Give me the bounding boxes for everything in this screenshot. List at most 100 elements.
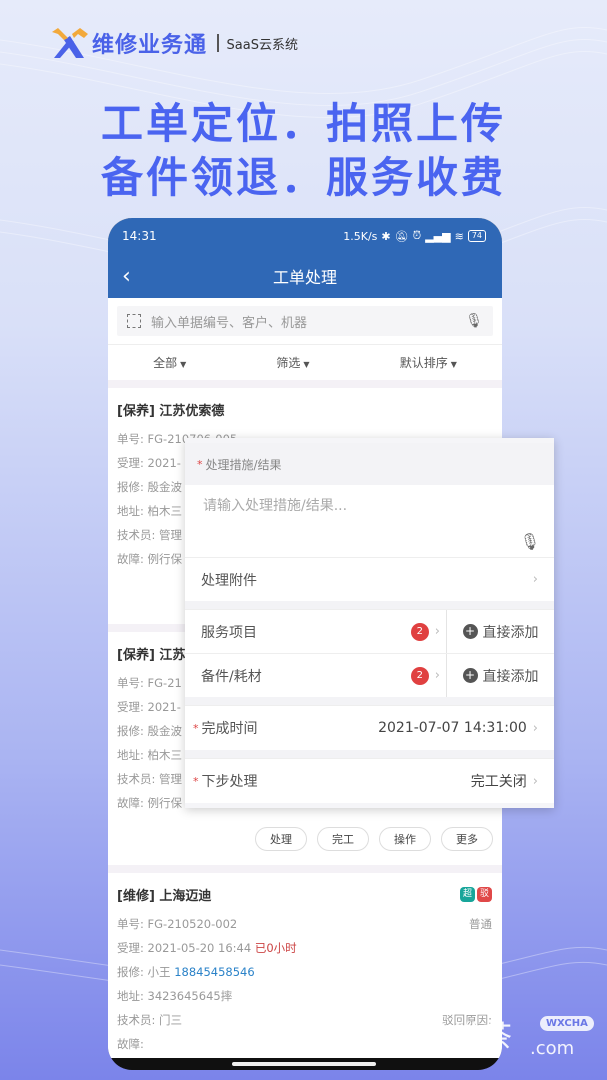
filter-screen[interactable]: 筛选 ▼ [276,354,309,371]
page-title: 工单处理 [272,268,337,287]
technician: 技术员: 门三 [117,1013,183,1027]
service-items-link[interactable]: 服务项目 2 › [185,610,447,653]
card-row: 报修: 小王 18845458546 [117,960,493,984]
card-row: 受理: 2021-05-20 16:44 已0小时 [117,936,493,960]
attachment-label: 处理附件 [201,572,257,589]
brand-name: 维修业务通 [92,33,208,58]
parts-add-button[interactable]: + 直接添加 [447,654,554,697]
reporter: 报修: 小王 [117,965,171,979]
section-gap [185,750,554,758]
status-icons: 1.5K/s ✱ 🔕︎ ⏰︎ ▂▄▆ ≋ 74 [343,229,486,243]
microphone-icon[interactable]: 🎙︎ [520,532,540,551]
add-label: 直接添加 [482,624,539,641]
watermark-badge: WXCHA [540,1016,594,1031]
service-add-button[interactable]: + 直接添加 [447,610,554,653]
search-bar: 输入单据编号、客户、机器 🎙︎ [108,298,502,344]
finish-time-value: 2021-07-07 14:31:00 [378,720,527,736]
parts-row: 备件/耗材 2 › + 直接添加 [185,653,554,697]
card-actions: 处理 完工 操作 更多 [117,815,493,857]
brand-logo: 维修业务通 SaaS云系统 [50,26,298,60]
chevron-right-icon: › [532,572,538,587]
measure-header: * 处理措施/结果 [185,443,554,485]
parts-link[interactable]: 备件/耗材 2 › [185,654,447,697]
card-row: 地址: 3423645645摔 [117,989,233,1003]
watermark-text: 微茶 [452,1020,512,1055]
home-indicator[interactable] [232,1062,376,1066]
service-count-badge: 2 [410,622,429,641]
status-time: 14:31 [122,229,157,243]
required-star: * [193,721,199,735]
filter-screen-label: 筛选 [276,356,301,370]
watermark-domain: .com [530,1038,575,1059]
service-items-row: 服务项目 2 › + 直接添加 [185,609,554,653]
required-star: * [193,774,199,788]
next-step-value: 完工关闭 [470,774,527,790]
status-bar: 14:31 1.5K/s ✱ 🔕︎ ⏰︎ ▂▄▆ ≋ 74 [108,218,502,254]
scan-icon[interactable] [127,314,141,328]
search-input[interactable]: 输入单据编号、客户、机器 🎙︎ [117,306,493,336]
card-row: 技术员: 门三 驳回原因: [117,1008,493,1032]
search-placeholder: 输入单据编号、客户、机器 [151,315,308,331]
microphone-icon[interactable]: 🎙︎ [465,313,483,329]
section-gap [185,697,554,705]
filter-all-label: 全部 [153,356,178,370]
app-header: 14:31 1.5K/s ✱ 🔕︎ ⏰︎ ▂▄▆ ≋ 74 ‹ 工单处理 [108,218,502,298]
wifi-icon: ≋ [454,229,464,243]
rejected-tag: 驳 [477,887,492,902]
filter-all[interactable]: 全部 ▼ [153,354,186,371]
parts-count-badge: 2 [410,666,429,685]
plus-circle-icon: + [462,624,478,639]
caret-down-icon: ▼ [180,360,187,369]
elapsed-time: 已0小时 [254,941,297,955]
caret-down-icon: ▼ [303,360,310,369]
complete-button[interactable]: 完工 [317,827,369,851]
required-star: * [197,457,203,471]
section-gap [185,601,554,609]
accept-time: 受理: 2021-05-20 16:44 [117,941,252,955]
network-speed: 1.5K/s [343,229,378,243]
card-row: 故障: [117,1037,144,1051]
card-title: [保养] 江苏优索德 [117,404,225,419]
bluetooth-icon: ✱ [381,229,391,243]
alarm-icon: ⏰︎ [412,229,422,242]
caret-down-icon: ▼ [450,360,457,369]
measure-placeholder: 请输入处理措施/结果... [203,498,348,514]
measure-label: 处理措施/结果 [205,457,282,472]
next-step-label: 下步处理 [201,774,258,790]
signal-icon: ▂▄▆ [425,229,451,243]
card-row: 单号: FG-210520-002 普通 [117,912,493,936]
chevron-right-icon: › [532,720,538,736]
operate-button[interactable]: 操作 [379,827,431,851]
more-button[interactable]: 更多 [441,827,493,851]
phone-link[interactable]: 18845458546 [174,965,254,979]
filter-bar: 全部 ▼ 筛选 ▼ 默认排序 ▼ [108,344,502,380]
service-items-label: 服务项目 [201,624,257,641]
measure-textarea[interactable]: 请输入处理措施/结果... 🎙︎ [185,485,554,557]
filter-sort[interactable]: 默认排序 ▼ [400,354,457,371]
headline-line-2: 备件领退．服务收费 [100,153,506,202]
filter-sort-label: 默认排序 [399,356,448,370]
card-title: [维修] 上海迈迪 [117,889,212,904]
attachment-row[interactable]: 处理附件 › [185,557,554,601]
finish-time-row[interactable]: * 完成时间 2021-07-07 14:31:00 › [185,705,554,750]
wrench-hammer-icon [52,28,88,58]
process-form-panel: * 处理措施/结果 请输入处理措施/结果... 🎙︎ 处理附件 › 服务项目 2… [185,438,554,808]
card-tags: 超 驳 [460,887,492,902]
brand-subtitle: SaaS云系统 [226,37,298,53]
logo-divider [217,34,219,52]
plus-circle-icon: + [462,668,478,683]
finish-time-label: 完成时间 [201,721,258,737]
chevron-right-icon: › [532,773,538,789]
work-order-card[interactable]: 超 驳 [维修] 上海迈迪 单号: FG-210520-002 普通 受理: 20… [108,873,502,1058]
mute-bell-icon: 🔕︎ [394,229,409,243]
back-chevron-icon[interactable]: ‹ [122,264,131,289]
order-number: 单号: FG-210520-002 [117,917,238,931]
overdue-tag: 超 [460,887,475,902]
nav-bar: ‹ 工单处理 [108,254,502,298]
process-button[interactable]: 处理 [255,827,307,851]
headline-line-1: 工单定位．拍照上传 [100,99,506,148]
battery-icon: 74 [467,230,486,242]
next-step-row[interactable]: * 下步处理 完工关闭 › [185,758,554,803]
chevron-right-icon: › [434,668,440,683]
priority-label: 普通 [469,917,492,931]
